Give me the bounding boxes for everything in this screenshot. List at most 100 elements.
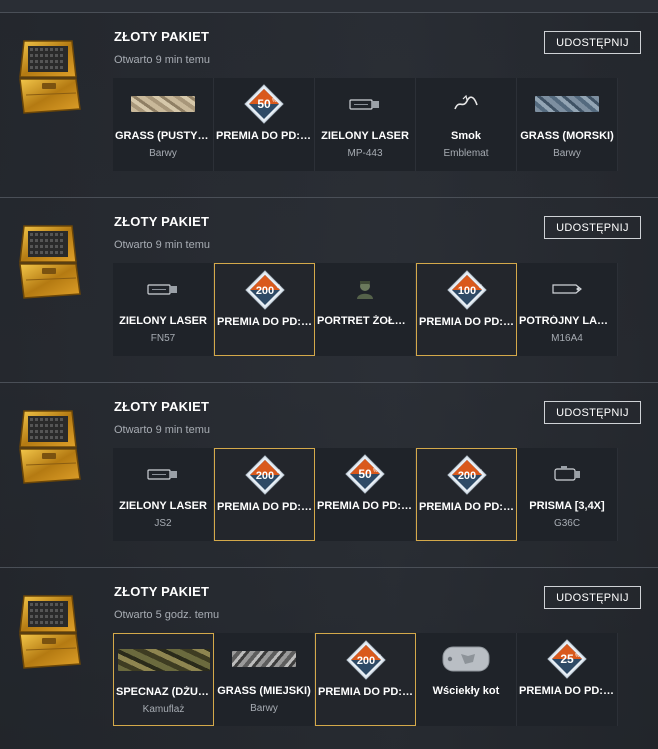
- svg-text:%: %: [377, 654, 382, 660]
- golden-case-icon: [18, 592, 82, 672]
- svg-text:200: 200: [356, 655, 374, 667]
- reward-item[interactable]: 25% PREMIA DO PD: 25%: [517, 633, 618, 726]
- reward-name: POTRÓJNY LASER: [519, 315, 615, 327]
- reward-name: Wściekły kot: [432, 685, 500, 697]
- svg-text:%: %: [478, 284, 483, 290]
- reward-name: PREMIA DO PD: 50%: [317, 500, 413, 512]
- camo-city-icon: [214, 641, 314, 677]
- xp-badge-200-icon: 200%: [316, 640, 415, 680]
- svg-text:%: %: [478, 469, 483, 475]
- svg-text:25: 25: [560, 652, 574, 666]
- dog-tag-icon: [416, 641, 516, 677]
- camo-sea-icon: [517, 86, 617, 122]
- svg-text:200: 200: [457, 470, 475, 482]
- reward-name: GRASS (MIEJSKI): [217, 685, 311, 697]
- dragon-emblem-icon: [416, 86, 516, 122]
- reward-item[interactable]: ZIELONY LASER FN57: [113, 263, 214, 356]
- xp-badge-200-icon: 200%: [417, 455, 516, 495]
- scope-attachment-icon: [517, 456, 617, 492]
- reward-name: PRISMA [3,4X]: [529, 500, 605, 512]
- svg-text:200: 200: [255, 285, 273, 297]
- reward-item[interactable]: POTRÓJNY LASER M16A4: [517, 263, 618, 356]
- reward-name: PREMIA DO PD: 200%: [419, 501, 514, 513]
- reward-item[interactable]: PRISMA [3,4X] G36C: [517, 448, 618, 541]
- reward-item[interactable]: 200% PREMIA DO PD: 200%: [315, 633, 416, 726]
- reward-item[interactable]: 200% PREMIA DO PD: 200%: [416, 448, 517, 541]
- reward-item[interactable]: GRASS (MORSKI) Barwy: [517, 78, 618, 171]
- reward-item[interactable]: Smok Emblemat: [416, 78, 517, 171]
- reward-item[interactable]: Wściekły kot: [416, 633, 517, 726]
- triple-laser-icon: [517, 271, 617, 307]
- reward-name: ZIELONY LASER: [321, 130, 409, 142]
- golden-case-icon: [18, 222, 82, 302]
- pack-title: ZŁOTY PAKIET: [114, 29, 210, 44]
- xp-badge-200-icon: 200%: [215, 270, 314, 310]
- svg-text:%: %: [575, 653, 580, 659]
- pack-open-time: Otwarto 9 min temu: [114, 239, 210, 251]
- reward-name: PREMIA DO PD: 200%: [217, 316, 312, 328]
- svg-text:%: %: [276, 284, 281, 290]
- pack-card-4: ZŁOTY PAKIET Otwarto 5 godz. temu UDOSTĘ…: [0, 567, 658, 749]
- share-button[interactable]: UDOSTĘPNIJ: [544, 31, 641, 54]
- share-button[interactable]: UDOSTĘPNIJ: [544, 586, 641, 609]
- reward-category: MP-443: [347, 148, 383, 159]
- reward-name: PREMIA DO PD: 25%: [519, 685, 615, 697]
- reward-item[interactable]: 200% PREMIA DO PD: 200%: [214, 448, 315, 541]
- pack-feed: ZŁOTY PAKIET Otwarto 9 min temu UDOSTĘPN…: [0, 0, 658, 749]
- svg-text:200: 200: [255, 470, 273, 482]
- reward-item[interactable]: 200% PREMIA DO PD: 200%: [214, 263, 315, 356]
- reward-name: PREMIA DO PD: 200%: [318, 686, 413, 698]
- svg-text:%: %: [373, 468, 378, 474]
- reward-item[interactable]: 50% PREMIA DO PD: 50%: [214, 78, 315, 171]
- reward-item[interactable]: ZIELONY LASER MP-443: [315, 78, 416, 171]
- reward-name: PREMIA DO PD: 200%: [217, 501, 312, 513]
- reward-category: Emblemat: [443, 148, 489, 159]
- reward-name: PREMIA DO PD: 50%: [216, 130, 312, 142]
- pack-items: GRASS (PUSTYNIA) Barwy 50% PREMIA DO PD: 50…: [113, 78, 618, 171]
- soldier-portrait-icon: [315, 271, 415, 307]
- svg-text:%: %: [276, 469, 281, 475]
- reward-item[interactable]: GRASS (MIEJSKI) Barwy: [214, 633, 315, 726]
- reward-category: JS2: [154, 518, 172, 529]
- golden-case-icon: [18, 407, 82, 487]
- pack-items: ZIELONY LASER FN57 200% PREMIA DO PD: 200% P…: [113, 263, 618, 356]
- svg-text:50: 50: [257, 97, 271, 111]
- pack-open-time: Otwarto 9 min temu: [114, 54, 210, 66]
- camo-desert-icon: [113, 86, 213, 122]
- xp-badge-200-icon: 200%: [215, 455, 314, 495]
- pack-card-3: ZŁOTY PAKIET Otwarto 9 min temu UDOSTĘPN…: [0, 382, 658, 567]
- laser-attachment-icon: [113, 456, 213, 492]
- share-button[interactable]: UDOSTĘPNIJ: [544, 401, 641, 424]
- reward-item[interactable]: 100% PREMIA DO PD: 100%: [416, 263, 517, 356]
- pack-title: ZŁOTY PAKIET: [114, 399, 210, 414]
- xp-badge-50-icon: 50%: [315, 454, 415, 494]
- reward-name: GRASS (MORSKI): [520, 130, 614, 142]
- reward-category: Barwy: [553, 148, 581, 159]
- reward-name: GRASS (PUSTYNIA): [115, 130, 211, 142]
- xp-badge-100-icon: 100%: [417, 270, 516, 310]
- reward-category: Barwy: [250, 703, 278, 714]
- pack-items: ZIELONY LASERJS2200%PREMIA DO PD: 200%50…: [113, 448, 618, 541]
- reward-name: SPECNAZ (DŻUNGLA): [116, 686, 211, 698]
- xp-badge-25-icon: 25%: [517, 639, 617, 679]
- reward-name: ZIELONY LASER: [119, 315, 207, 327]
- reward-category: FN57: [150, 333, 176, 344]
- reward-category: M16A4: [551, 333, 583, 344]
- laser-attachment-icon: [315, 86, 415, 122]
- pack-title: ZŁOTY PAKIET: [114, 214, 210, 229]
- reward-item[interactable]: PORTRET ŻOŁNIERZA: [315, 263, 416, 356]
- pack-card-2: ZŁOTY PAKIET Otwarto 9 min temu UDOSTĘPN…: [0, 197, 658, 382]
- reward-item[interactable]: SPECNAZ (DŻUNGLA) Kamuflaż: [113, 633, 214, 726]
- pack-open-time: Otwarto 9 min temu: [114, 424, 210, 436]
- reward-name: PORTRET ŻOŁNIERZA: [317, 315, 413, 327]
- reward-category: Barwy: [149, 148, 177, 159]
- reward-item[interactable]: 50% PREMIA DO PD: 50%: [315, 448, 416, 541]
- share-button[interactable]: UDOSTĘPNIJ: [544, 216, 641, 239]
- svg-text:100: 100: [457, 285, 475, 297]
- reward-item[interactable]: GRASS (PUSTYNIA) Barwy: [113, 78, 214, 171]
- pack-title: ZŁOTY PAKIET: [114, 584, 210, 599]
- camo-jungle-icon: [114, 642, 213, 678]
- reward-item[interactable]: ZIELONY LASER JS2: [113, 448, 214, 541]
- pack-items: SPECNAZ (DŻUNGLA) Kamuflaż GRASS (MIEJSKI)…: [113, 633, 618, 726]
- reward-name: PREMIA DO PD: 100%: [419, 316, 514, 328]
